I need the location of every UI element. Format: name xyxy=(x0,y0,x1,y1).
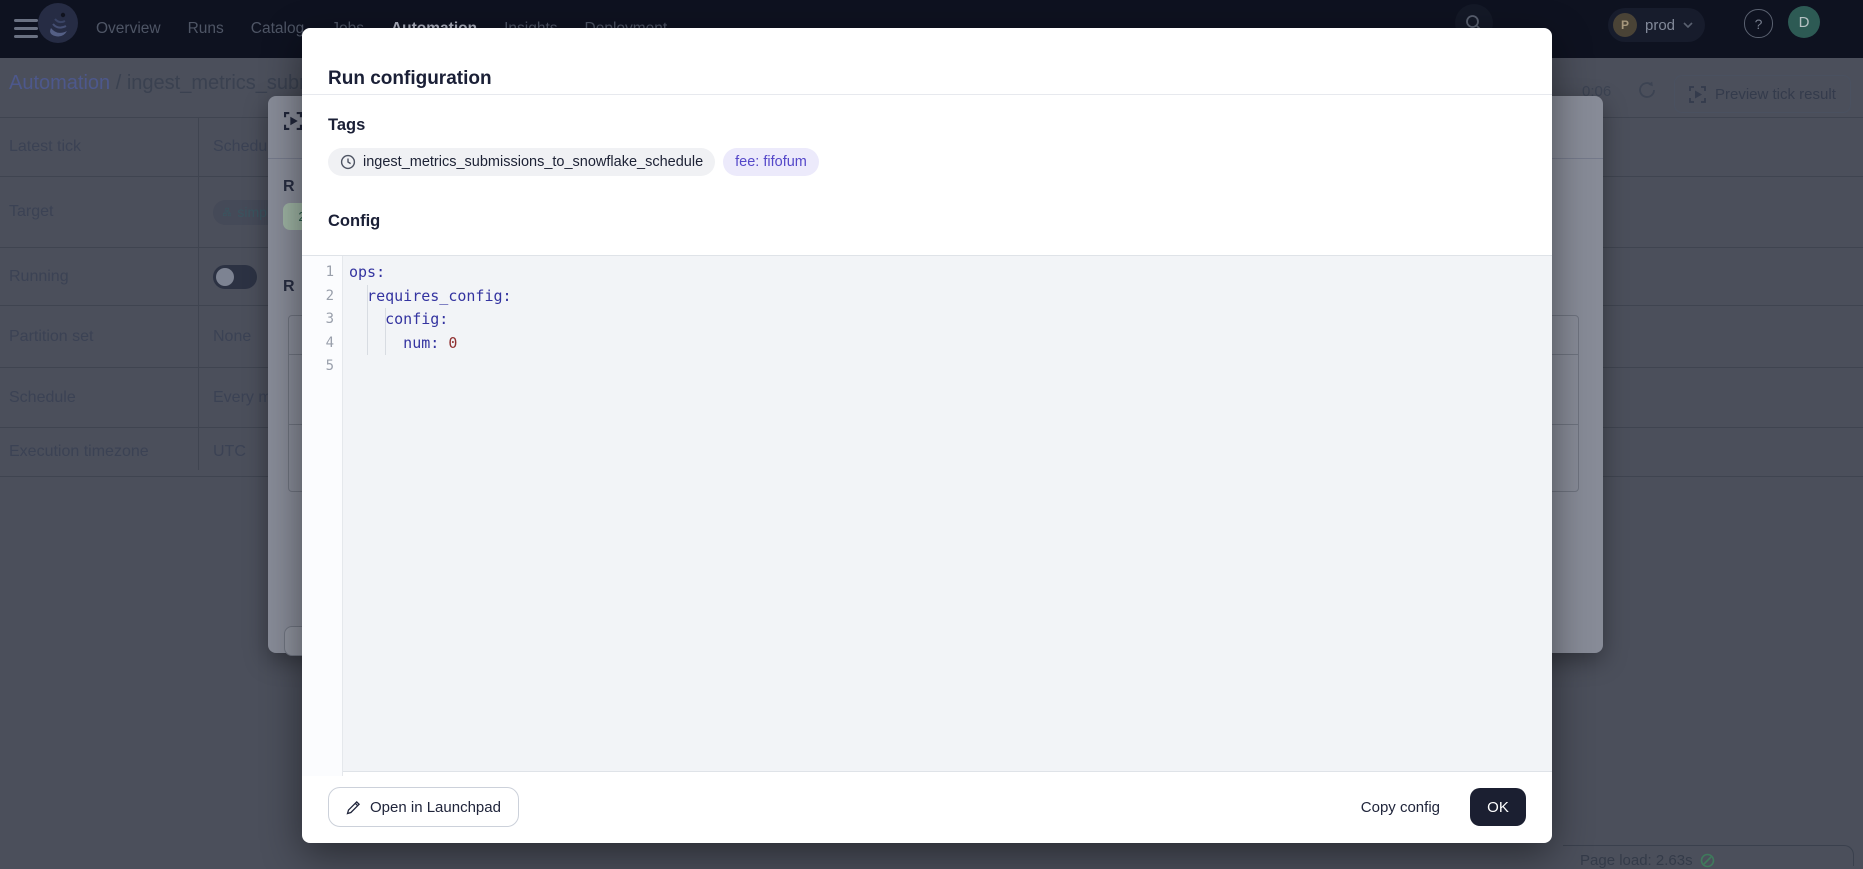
page-load-status-icon xyxy=(1700,853,1715,868)
modal-title: Run configuration xyxy=(328,68,492,90)
indent-guide xyxy=(385,308,386,355)
preview-icon xyxy=(284,112,302,130)
ok-button[interactable]: OK xyxy=(1470,788,1526,826)
target-pill-label: simpl xyxy=(237,204,270,220)
line-number: 5 xyxy=(302,355,342,379)
clock-icon xyxy=(340,154,356,170)
property-value: None xyxy=(213,328,251,346)
running-toggle[interactable] xyxy=(213,265,257,289)
open-in-launchpad-label: Open in Launchpad xyxy=(370,799,501,816)
code-line[interactable]: requires_config: xyxy=(349,285,1552,309)
property-label: Target xyxy=(0,203,213,221)
property-value: UTC xyxy=(213,443,246,461)
tags-row: ingest_metrics_submissions_to_snowflake_… xyxy=(328,148,819,176)
user-avatar[interactable]: D xyxy=(1788,6,1820,38)
table-column-divider xyxy=(198,117,199,470)
workspace-switcher[interactable]: P prod xyxy=(1608,8,1705,42)
nav-item-catalog[interactable]: Catalog xyxy=(251,20,304,38)
hamburger-menu-icon[interactable] xyxy=(14,19,38,39)
code-line[interactable]: num: 0 xyxy=(349,332,1552,356)
line-number: 3 xyxy=(302,308,342,332)
preview-tick-result-button[interactable]: Preview tick result xyxy=(1674,75,1851,113)
code-line[interactable]: config: xyxy=(349,308,1552,332)
tick-heading-fragment: R xyxy=(283,178,295,196)
workspace-avatar: P xyxy=(1613,13,1637,37)
tags-heading: Tags xyxy=(328,116,365,135)
question-mark-icon: ? xyxy=(1755,16,1763,32)
workspace-name: prod xyxy=(1645,17,1675,34)
property-label: Execution timezone xyxy=(0,443,213,461)
nav-item-overview[interactable]: Overview xyxy=(96,20,161,38)
code-line[interactable]: ops: xyxy=(349,261,1552,285)
property-value: Schedu xyxy=(213,138,267,156)
property-label: Schedule xyxy=(0,389,213,407)
editor-code[interactable]: ops: requires_config: config: num: 0 xyxy=(349,256,1552,379)
page-load-label: Page load: 2.63s xyxy=(1580,852,1693,869)
tag-gray: ingest_metrics_submissions_to_snowflake_… xyxy=(328,148,715,176)
run-configuration-modal: Run configuration Tags ingest_metrics_su… xyxy=(302,28,1552,843)
property-label: Running xyxy=(0,268,213,286)
code-line[interactable] xyxy=(349,355,1552,379)
pencil-icon xyxy=(346,800,361,815)
refresh-icon[interactable] xyxy=(1636,79,1658,101)
preview-tick-result-label: Preview tick result xyxy=(1715,86,1836,103)
tag-purple: fee: fifofum xyxy=(723,148,819,176)
line-number: 1 xyxy=(302,261,342,285)
page-load-card: Page load: 2.63s xyxy=(1563,845,1854,866)
tag-label: ingest_metrics_submissions_to_snowflake_… xyxy=(363,154,703,170)
indent-guide xyxy=(367,285,368,355)
preview-icon xyxy=(1689,86,1706,103)
property-label: Partition set xyxy=(0,328,213,346)
modal-footer: Open in Launchpad Copy config OK xyxy=(302,771,1552,843)
line-number: 2 xyxy=(302,285,342,309)
property-value: Every mi xyxy=(213,389,275,407)
editor-gutter: 12345 xyxy=(302,256,343,776)
chevron-down-icon xyxy=(1683,22,1693,28)
tag-label: fee: fifofum xyxy=(735,154,807,170)
tick-heading-fragment: R xyxy=(283,278,295,296)
open-in-launchpad-button[interactable]: Open in Launchpad xyxy=(328,787,519,827)
help-button[interactable]: ? xyxy=(1744,9,1773,38)
nav-item-runs[interactable]: Runs xyxy=(188,20,224,38)
breadcrumb-automation-link[interactable]: Automation xyxy=(9,72,110,94)
config-heading: Config xyxy=(328,212,380,231)
breadcrumb-separator: / xyxy=(110,72,127,94)
copy-config-button[interactable]: Copy config xyxy=(1361,799,1440,816)
modal-title-divider xyxy=(302,94,1552,95)
config-editor[interactable]: 12345 ops: requires_config: config: num:… xyxy=(302,255,1552,772)
line-number: 4 xyxy=(302,332,342,356)
workflow-icon xyxy=(223,206,231,218)
property-label: Latest tick xyxy=(0,138,213,156)
dagster-logo-icon[interactable] xyxy=(37,2,79,44)
